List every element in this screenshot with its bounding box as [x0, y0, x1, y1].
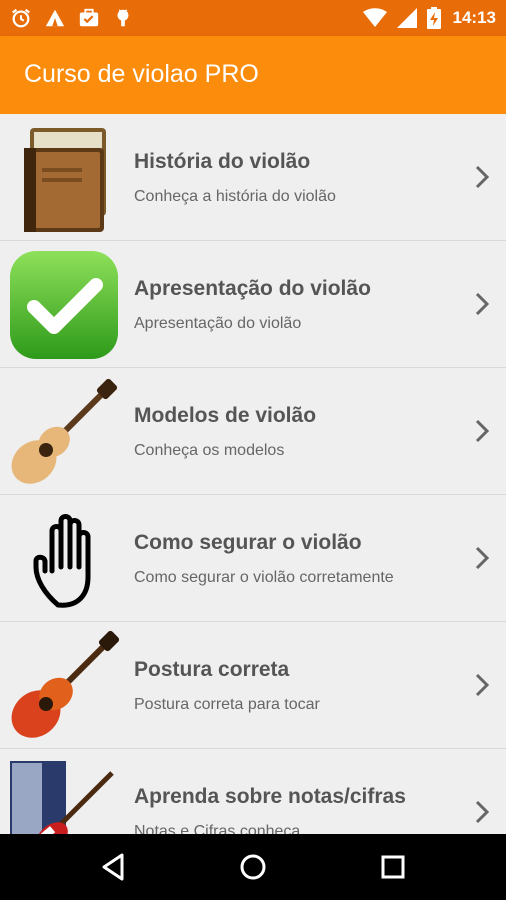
signal-icon	[396, 8, 417, 28]
wifi-icon	[362, 8, 387, 28]
item-subtitle: Apresentação do violão	[134, 315, 302, 332]
app-bar: Curso de violao PRO	[0, 36, 506, 114]
chevron-right-icon	[475, 800, 490, 824]
item-title: Modelos de violão	[134, 404, 317, 427]
item-title: História do violão	[134, 150, 311, 173]
chevron-right-icon	[475, 673, 490, 697]
briefcase-check-icon	[78, 7, 100, 29]
home-icon[interactable]	[237, 851, 269, 883]
item-subtitle: Conheça os modelos	[134, 442, 285, 459]
acoustic-guitar-icon	[8, 376, 120, 488]
item-title: Postura correta	[134, 658, 290, 681]
campfire-icon	[44, 7, 66, 29]
alarm-icon	[10, 7, 32, 29]
hand-icon	[8, 503, 120, 615]
status-time: 14:13	[452, 8, 496, 27]
list-item-modelos[interactable]: Modelos de violão Conheça os modelos	[0, 368, 506, 495]
chevron-right-icon	[475, 546, 490, 570]
navigation-bar	[0, 834, 506, 900]
item-subtitle: Notas e Cifras conheça	[134, 823, 301, 834]
list-item-como-segurar[interactable]: Como segurar o violão Como segurar o vio…	[0, 495, 506, 622]
chevron-right-icon	[475, 165, 490, 189]
battery-charging-icon	[426, 7, 441, 29]
list-item-postura[interactable]: Postura correta Postura correta para toc…	[0, 622, 506, 749]
item-title: Apresentação do violão	[134, 277, 371, 300]
back-icon[interactable]	[98, 851, 130, 883]
chevron-right-icon	[475, 419, 490, 443]
chevron-right-icon	[475, 292, 490, 316]
red-guitar-icon	[8, 630, 120, 742]
item-subtitle: Postura correta para tocar	[134, 696, 320, 713]
list-item-apresentacao[interactable]: Apresentação do violão Apresentação do v…	[0, 241, 506, 368]
list-item-notas-cifras[interactable]: Aprenda sobre notas/cifras Notas e Cifra…	[0, 749, 506, 834]
status-bar: 14:13	[0, 0, 506, 36]
recents-icon[interactable]	[377, 851, 409, 883]
item-title: Aprenda sobre notas/cifras	[134, 785, 406, 808]
item-title: Como segurar o violão	[134, 531, 362, 554]
app-title: Curso de violao PRO	[24, 60, 259, 88]
item-subtitle: Conheça a história do violão	[134, 188, 336, 205]
android-icon	[112, 7, 134, 29]
list-item-historia[interactable]: História do violão Conheça a história do…	[0, 114, 506, 241]
books-icon	[8, 122, 120, 234]
menu-list: História do violão Conheça a história do…	[0, 114, 506, 834]
guitar-door-icon	[8, 757, 120, 834]
item-subtitle: Como segurar o violão corretamente	[134, 569, 394, 586]
checkmark-icon	[8, 249, 120, 361]
